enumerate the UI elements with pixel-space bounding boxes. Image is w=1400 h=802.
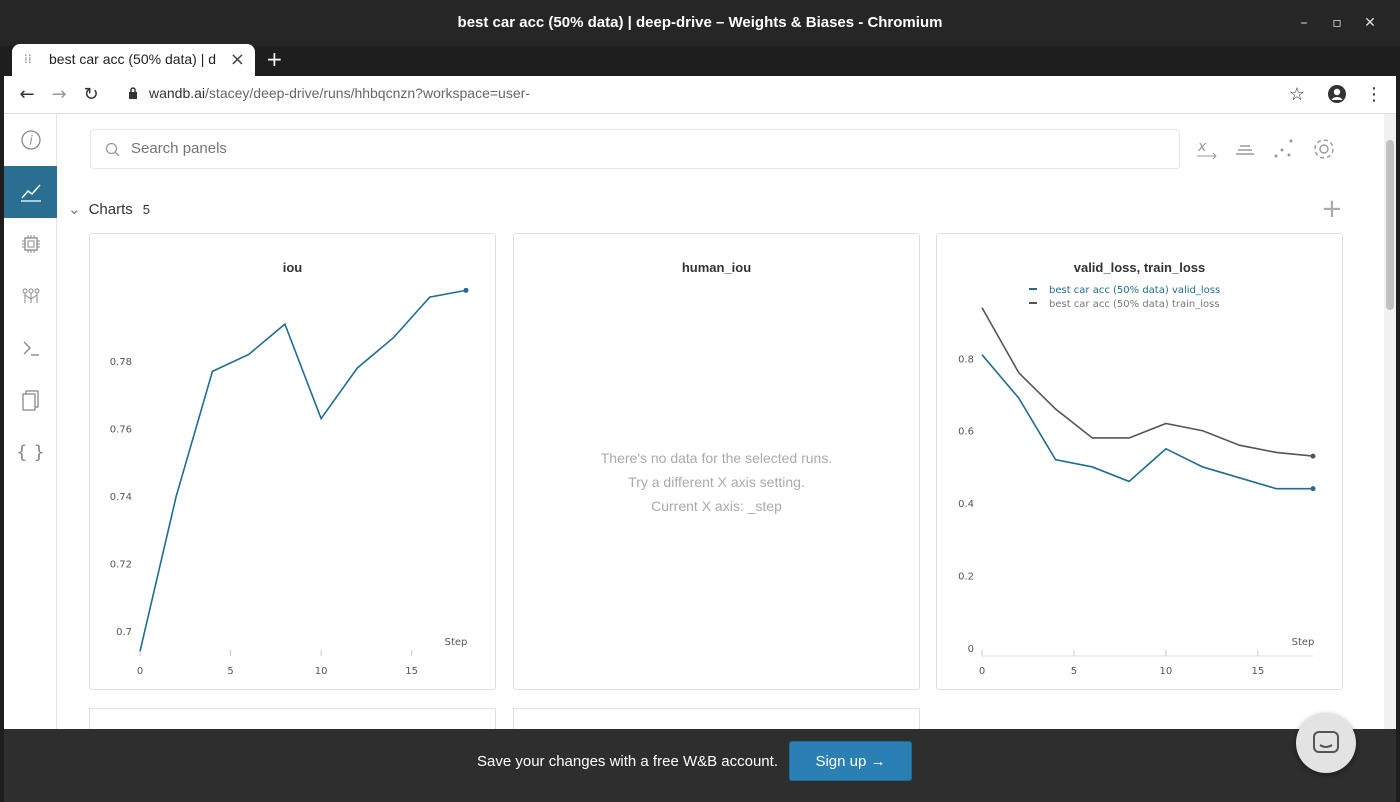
chat-support-button[interactable]	[1296, 713, 1356, 773]
panel-human-iou[interactable]: human_iou There's no data for the select…	[513, 233, 920, 690]
bookmark-star-icon[interactable]: ☆	[1284, 82, 1310, 108]
y-tick-label: 0.78	[110, 357, 132, 368]
section-label: Charts	[88, 201, 133, 218]
series-end-point	[1310, 453, 1316, 459]
series-end-point	[463, 287, 469, 293]
menu-icon[interactable]: ⋮	[1361, 82, 1387, 108]
wandb-favicon-icon: ⁞⁞	[24, 52, 32, 66]
new-tab-button[interactable]: +	[266, 47, 283, 71]
arrow-right-icon: →	[870, 753, 886, 770]
panel-title: iou	[282, 260, 303, 275]
window-title: best car acc (50% data) | deep-drive – W…	[457, 14, 943, 31]
sign-up-button[interactable]: Sign up →	[789, 741, 912, 781]
section-count: 5	[142, 202, 150, 217]
series-end-point	[1310, 486, 1316, 492]
x-axis-label: Step	[445, 637, 468, 648]
y-tick-label: 0.2	[958, 572, 974, 583]
banner-text: Save your changes with a free W&B accoun…	[477, 753, 778, 770]
x-tick-label: 5	[1071, 666, 1077, 677]
svg-text:i: i	[29, 134, 33, 148]
tab-close-icon[interactable]: ×	[230, 49, 245, 70]
search-icon	[105, 142, 120, 157]
sidebar: i { }	[4, 114, 57, 729]
y-tick-label: 0.74	[110, 492, 132, 503]
chevron-down-icon: ⌄	[68, 201, 81, 218]
x-tick-label: 0	[979, 666, 985, 677]
legend-entry: best car acc (50% data) valid_loss	[1049, 285, 1220, 296]
lock-icon	[129, 87, 137, 99]
no-data-line: Current X axis: _step	[651, 498, 782, 514]
search-panels[interactable]	[90, 129, 1180, 169]
url-domain: wandb.ai	[149, 85, 206, 101]
y-tick-label: 0.7	[116, 627, 132, 638]
x-axis-label: Step	[1292, 637, 1315, 648]
browser-toolbar: ← → ↻ wandb.ai/stacey/deep-drive/runs/hh…	[4, 76, 1396, 114]
browser-tab[interactable]: ⁞⁞ best car acc (50% data) | d ×	[12, 44, 255, 76]
maximize-icon[interactable]: ▫	[1326, 12, 1348, 34]
y-tick-label: 0.8	[958, 354, 974, 365]
x-axis-setting-icon[interactable]: x	[1194, 136, 1220, 162]
y-tick-label: 0.72	[110, 560, 132, 571]
tab-title: best car acc (50% data) | d	[49, 51, 217, 67]
charts-icon[interactable]	[4, 166, 57, 218]
minimize-icon[interactable]: –	[1293, 12, 1315, 34]
legend-entry: best car acc (50% data) train_loss	[1049, 299, 1220, 310]
search-input[interactable]	[131, 140, 1031, 157]
sign-up-label: Sign up	[815, 753, 867, 770]
x-tick-label: 10	[315, 666, 328, 677]
logs-terminal-icon[interactable]	[4, 322, 57, 374]
x-tick-label: 10	[1160, 666, 1173, 677]
no-data-message: There's no data for the selected runs. T…	[514, 446, 919, 518]
iou-chart: 0 5 10 15 0.7 0.72 0.74 0.76 0.78 Step	[110, 287, 469, 677]
x-tick-label: 15	[1251, 666, 1264, 677]
address-bar[interactable]: wandb.ai/stacey/deep-drive/runs/hhbqcnzn…	[149, 85, 530, 101]
back-icon[interactable]: ←	[14, 82, 40, 108]
signup-banner: Save your changes with a free W&B accoun…	[4, 729, 1396, 802]
svg-text:x: x	[1197, 139, 1207, 155]
panel-title: valid_loss, train_loss	[1073, 260, 1206, 275]
scrollbar[interactable]	[1384, 114, 1396, 729]
window-titlebar: best car acc (50% data) | deep-drive – W…	[0, 0, 1400, 46]
y-tick-label: 0.76	[110, 425, 132, 436]
chat-icon	[1313, 731, 1339, 753]
url-path: /stacey/deep-drive/runs/hhbqcnzn?workspa…	[205, 85, 530, 101]
x-tick-label: 0	[137, 666, 143, 677]
account-icon[interactable]	[1327, 84, 1347, 104]
system-chip-icon[interactable]	[4, 218, 57, 270]
scrollbar-thumb[interactable]	[1386, 140, 1394, 310]
panel-title: human_iou	[681, 260, 752, 275]
x-tick-label: 15	[405, 666, 418, 677]
add-panel-icon[interactable]: +	[1321, 194, 1343, 224]
series-line	[981, 307, 1314, 457]
close-window-icon[interactable]: ✕	[1359, 12, 1381, 34]
info-icon[interactable]: i	[4, 114, 57, 166]
smoothing-icon[interactable]	[1232, 136, 1258, 162]
outliers-icon[interactable]	[1271, 136, 1297, 162]
loss-chart: 0 5 10 15 0 0.2 0.4 0.6 0.8 Step best car acc (50%…	[958, 285, 1316, 677]
no-data-line: Try a different X axis setting.	[628, 474, 805, 490]
panel-losses[interactable]: valid_loss, train_loss 0 5 10 15 0 0.2 0.4 0.6 0…	[936, 233, 1343, 690]
series-line	[139, 289, 467, 652]
y-tick-label: 0.6	[958, 427, 974, 438]
series-line	[981, 354, 1313, 490]
model-icon[interactable]	[4, 270, 57, 322]
y-tick-label: 0	[968, 644, 974, 655]
panel-iou[interactable]: iou 0 5 10 15 0.7 0.72 0.74 0.76 0.78 Step	[89, 233, 496, 690]
no-data-line: There's no data for the selected runs.	[600, 450, 833, 466]
files-icon[interactable]	[4, 374, 57, 426]
overview-braces-icon[interactable]: { }	[4, 426, 57, 478]
wandb-app: i { } x ⌄ Charts 5 + iou 0 5 10 15 0.7 0.72 0.74…	[4, 114, 1396, 738]
x-tick-label: 5	[227, 666, 233, 677]
y-tick-label: 0.4	[958, 499, 974, 510]
forward-icon[interactable]: →	[46, 82, 72, 108]
reload-icon[interactable]: ↻	[78, 82, 104, 108]
settings-gear-icon[interactable]	[1311, 136, 1337, 162]
charts-section-header[interactable]: ⌄ Charts 5	[68, 200, 150, 218]
